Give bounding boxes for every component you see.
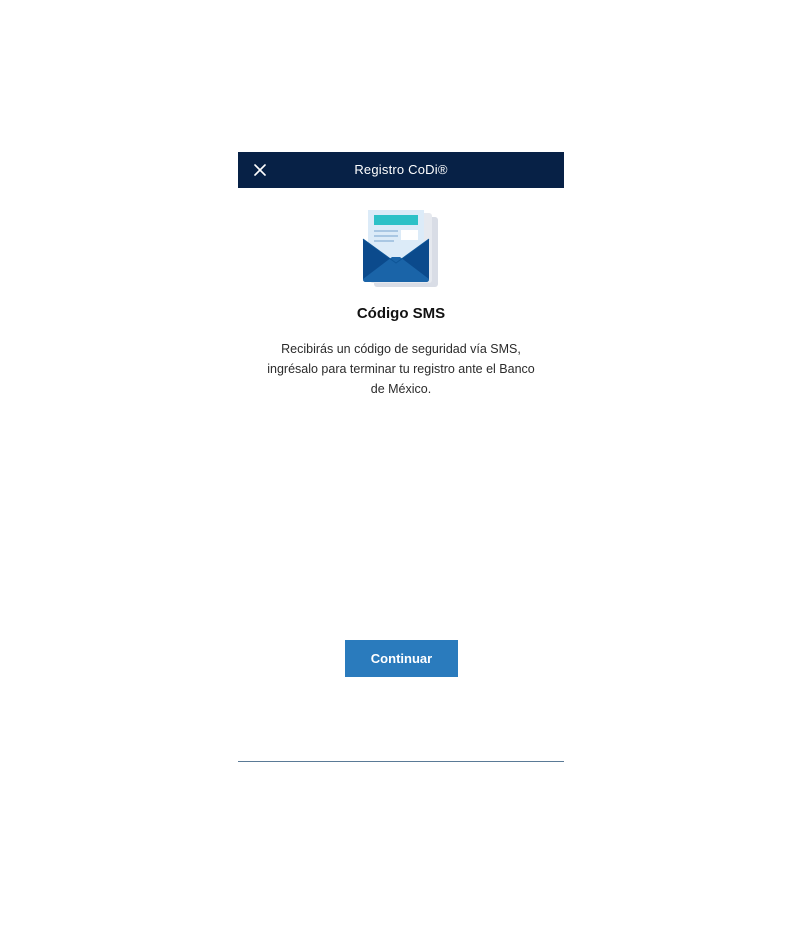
envelope-document-icon	[362, 210, 438, 287]
sms-illustration	[362, 209, 440, 289]
page-title: Registro CoDi®	[354, 162, 448, 177]
section-title: Código SMS	[356, 305, 446, 322]
instructions-text: Recibirás un código de seguridad vía SMS…	[267, 342, 535, 396]
top-bar: Registro CoDi®	[238, 152, 564, 188]
codi-registration-screen: Registro CoDi® Código SMS Recibirás un c…	[238, 152, 564, 762]
continue-button[interactable]: Continuar	[345, 640, 458, 677]
